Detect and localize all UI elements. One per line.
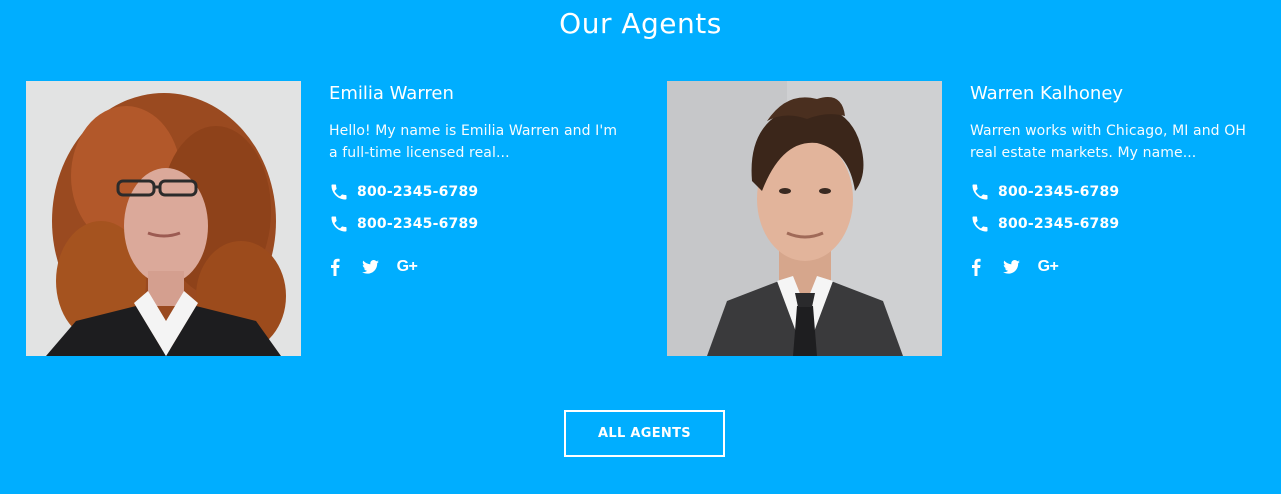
phone-icon	[972, 184, 988, 200]
facebook-icon[interactable]	[329, 256, 341, 278]
twitter-icon[interactable]	[1002, 256, 1020, 278]
phone-link[interactable]: 800-2345-6789	[970, 213, 1119, 235]
google-plus-icon[interactable]: G+	[1034, 256, 1062, 278]
phone-link[interactable]: 800-2345-6789	[329, 213, 478, 235]
all-agents-button[interactable]: ALL AGENTS	[564, 410, 725, 457]
phone-icon	[331, 184, 347, 200]
agent-photo[interactable]	[667, 81, 942, 356]
agent-bio: Hello! My name is Emilia Warren and I'm …	[329, 123, 618, 161]
google-plus-icon[interactable]: G+	[393, 256, 421, 278]
agent-name[interactable]: Warren Kalhoney	[970, 82, 1123, 106]
phone-number: 800-2345-6789	[998, 216, 1120, 232]
phone-icon	[972, 216, 988, 232]
phone-link[interactable]: 800-2345-6789	[329, 181, 478, 203]
facebook-icon[interactable]	[970, 256, 982, 278]
twitter-icon[interactable]	[361, 256, 379, 278]
google-plus-label: G+	[1037, 258, 1059, 275]
agent-card: Emilia Warren Hello! My name is Emilia W…	[26, 81, 626, 356]
agent-photo[interactable]	[26, 81, 301, 356]
agent-card: Warren Kalhoney Warren works with Chicag…	[667, 81, 1267, 356]
phone-number: 800-2345-6789	[998, 184, 1120, 200]
google-plus-label: G+	[396, 258, 418, 275]
phone-link[interactable]: 800-2345-6789	[970, 181, 1119, 203]
social-links: G+	[970, 256, 1062, 278]
agent-bio: Warren works with Chicago, MI and OH rea…	[970, 123, 1246, 161]
social-links: G+	[329, 256, 421, 278]
section-title: Our Agents	[559, 7, 722, 40]
agent-photo-man	[667, 81, 942, 356]
agent-photo-woman	[26, 81, 301, 356]
phone-icon	[331, 216, 347, 232]
agent-name[interactable]: Emilia Warren	[329, 82, 454, 106]
phone-number: 800-2345-6789	[357, 184, 479, 200]
phone-number: 800-2345-6789	[357, 216, 479, 232]
